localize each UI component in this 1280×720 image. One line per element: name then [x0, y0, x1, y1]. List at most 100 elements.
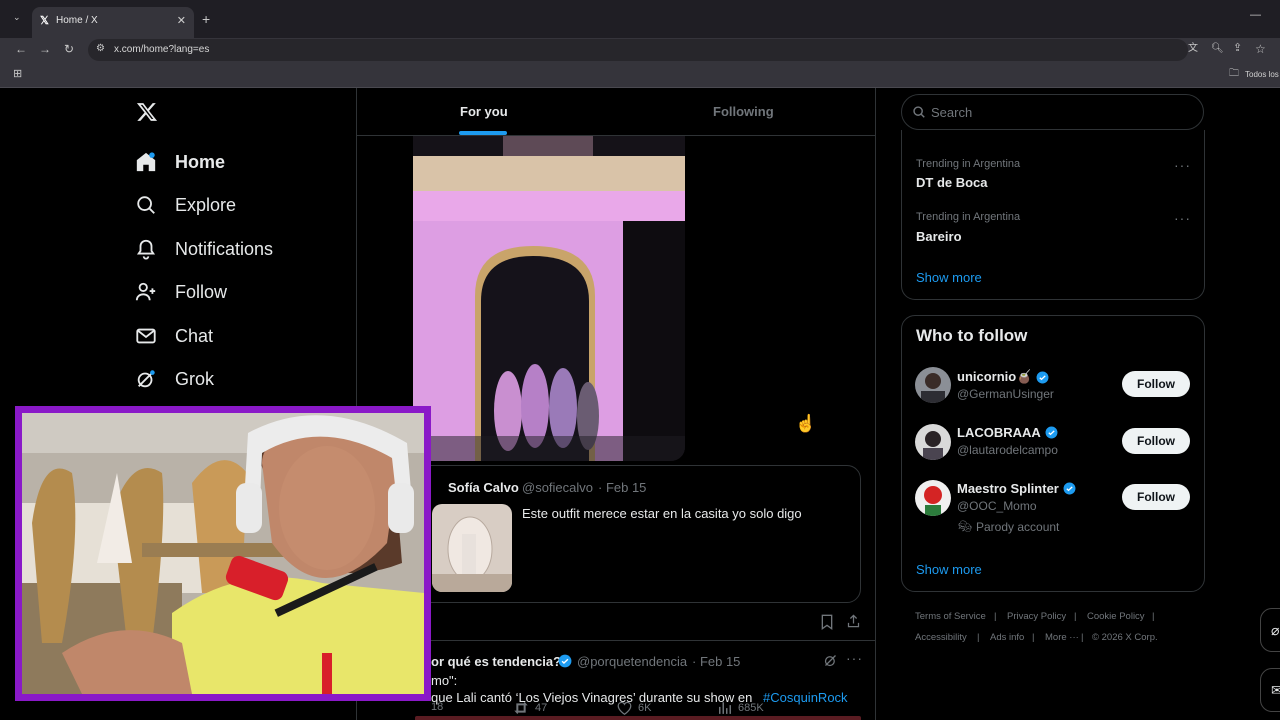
footer-sep: | [1074, 611, 1077, 622]
nav-grok-label: Grok [175, 368, 215, 389]
trend-title-2[interactable]: Bareiro [916, 229, 962, 244]
tab-for-you[interactable]: For you [460, 104, 508, 119]
messages-float-button[interactable]: ✉ [1260, 668, 1280, 712]
quoted-post-card[interactable]: Sofía Calvo @sofiecalvo · Feb 15 Este ou… [415, 465, 861, 603]
nav-explore[interactable]: Explore [134, 190, 334, 220]
share-icon[interactable] [846, 613, 861, 634]
grok-float-icon: ⌀ [1271, 622, 1280, 638]
footer-ads[interactable]: Ads info [990, 632, 1024, 643]
nav-grok[interactable]: Grok [134, 364, 334, 394]
next-post-media-edge [415, 716, 861, 720]
next-post-handle[interactable]: @porquetendencia [577, 654, 687, 669]
new-tab-icon[interactable]: + [202, 12, 210, 26]
nav-chat-label: Chat [175, 325, 214, 346]
follow-button[interactable]: Follow [1122, 371, 1190, 397]
post-divider [357, 640, 875, 641]
nav-chat[interactable]: Chat [134, 321, 334, 351]
footer-cookie[interactable]: Cookie Policy [1087, 611, 1145, 622]
suggestion-handle-1[interactable]: @GermanUsinger [957, 387, 1054, 401]
quoted-thumbnail[interactable] [432, 504, 512, 592]
nav-home[interactable]: Home [134, 147, 334, 177]
x-logo-icon[interactable] [136, 101, 160, 125]
footer-sep: | [1152, 611, 1155, 622]
browser-tab-bar: ⌄ 𝕏 Home / X ✕ + — [0, 0, 1280, 38]
footer-accessibility[interactable]: Accessibility [915, 632, 967, 643]
trend-more-icon[interactable]: ··· [1174, 157, 1191, 173]
bookmark-star-icon[interactable]: ☆ [1255, 43, 1266, 55]
suggestion-name-1[interactable]: unicornio🧉 [957, 369, 1049, 385]
close-tab-icon[interactable]: ✕ [177, 14, 186, 27]
footer-sep: | [1081, 632, 1084, 643]
browser-toolbar: ← → ↻ ⚙ x.com/home?lang=es 文 🔍︎ ⇪ ☆ [0, 38, 1280, 64]
grok-post-icon[interactable] [823, 653, 838, 673]
tab-list-icon[interactable]: ⌄ [13, 13, 21, 22]
nav-explore-label: Explore [175, 194, 237, 215]
reload-icon[interactable]: ↻ [64, 43, 74, 55]
trend-title-1[interactable]: DT de Boca [916, 175, 988, 190]
suggestion-name-2[interactable]: LACOBRAAA [957, 425, 1058, 440]
footer-more[interactable]: More ··· [1045, 632, 1079, 643]
quoted-text: Este outfit merece estar en la casita yo… [522, 506, 802, 521]
trend-meta-1: Trending in Argentina [916, 158, 1021, 170]
nav-notifications[interactable]: Notifications [134, 234, 334, 264]
next-post-more-icon[interactable]: ··· [846, 650, 863, 666]
forward-icon[interactable]: → [39, 43, 51, 55]
browser-tab[interactable]: 𝕏 Home / X ✕ [32, 7, 194, 38]
footer-sep: | [1032, 632, 1035, 643]
suggestion-handle-2[interactable]: @lautarodelcampo [957, 443, 1058, 457]
suggestion-handle-3[interactable]: @OOC_Momo [957, 499, 1037, 513]
footer-sep: | [977, 632, 980, 643]
follow-button[interactable]: Follow [1122, 428, 1190, 454]
translate-icon[interactable]: 文 [1188, 44, 1198, 54]
quoted-handle[interactable]: @sofiecalvo [522, 480, 593, 495]
search-placeholder: Search [931, 105, 973, 120]
trend-more-icon[interactable]: ··· [1174, 210, 1191, 226]
parody-mask-icon: 🎭︎ [958, 521, 972, 533]
feed-tabs: For you Following [357, 88, 875, 136]
webcam-video [22, 413, 424, 694]
apps-grid-icon[interactable]: ⊞ [13, 69, 22, 80]
tab-following[interactable]: Following [713, 104, 774, 119]
address-bar[interactable]: ⚙ x.com/home?lang=es [88, 39, 1188, 61]
suggestion-name-3[interactable]: Maestro Splinter [957, 481, 1076, 496]
back-icon[interactable]: ← [15, 43, 27, 55]
install-icon[interactable]: ⇪ [1233, 43, 1242, 54]
bell-icon [134, 237, 158, 261]
home-icon [134, 150, 158, 174]
trend-meta-2: Trending in Argentina [916, 211, 1021, 223]
avatar[interactable] [915, 367, 951, 403]
footer-terms[interactable]: Terms of Service [915, 611, 986, 622]
grok-float-button[interactable]: ⌀ [1260, 608, 1280, 652]
avatar[interactable] [915, 424, 951, 460]
url-text: x.com/home?lang=es [114, 44, 210, 55]
zoom-icon[interactable]: 🔍︎ [1211, 44, 1224, 54]
follow-button[interactable]: Follow [1122, 484, 1190, 510]
site-settings-icon[interactable]: ⚙ [96, 44, 105, 54]
trends-show-more[interactable]: Show more [916, 270, 982, 285]
next-post-hashtag[interactable]: #CosquinRock [763, 690, 848, 705]
quoted-date[interactable]: · Feb 15 [598, 480, 646, 495]
quoted-author[interactable]: Sofía Calvo [448, 480, 519, 495]
footer-sep: | [994, 611, 997, 622]
webcam-overlay [15, 406, 431, 701]
mail-float-icon: ✉ [1271, 682, 1280, 698]
all-bookmarks-label[interactable]: Todos los [1245, 70, 1279, 79]
footer-privacy[interactable]: Privacy Policy [1007, 611, 1066, 622]
person-add-icon [134, 280, 158, 304]
footer-copyright: © 2026 X Corp. [1092, 632, 1158, 643]
post-media-image[interactable] [413, 136, 685, 461]
nav-follow[interactable]: Follow [134, 277, 334, 307]
search-icon [912, 105, 926, 124]
next-post-date[interactable]: · Feb 15 [692, 654, 740, 669]
who-to-follow-show-more[interactable]: Show more [916, 562, 982, 577]
bookmark-icon[interactable] [820, 614, 834, 635]
main-feed: ☝ Sofía Calvo @sofiecalvo · Feb 15 Este … [356, 88, 876, 720]
mouse-cursor-icon: ☝ [795, 414, 817, 433]
minimize-icon[interactable]: — [1250, 10, 1261, 21]
next-post-author[interactable]: or qué es tendencia? [431, 654, 561, 669]
who-to-follow-title: Who to follow [916, 326, 1028, 345]
search-box[interactable]: Search [901, 94, 1204, 130]
tab-title: Home / X [56, 15, 98, 26]
avatar[interactable] [915, 480, 951, 516]
suggestion-name-1-text: unicornio🧉 [957, 369, 1033, 384]
